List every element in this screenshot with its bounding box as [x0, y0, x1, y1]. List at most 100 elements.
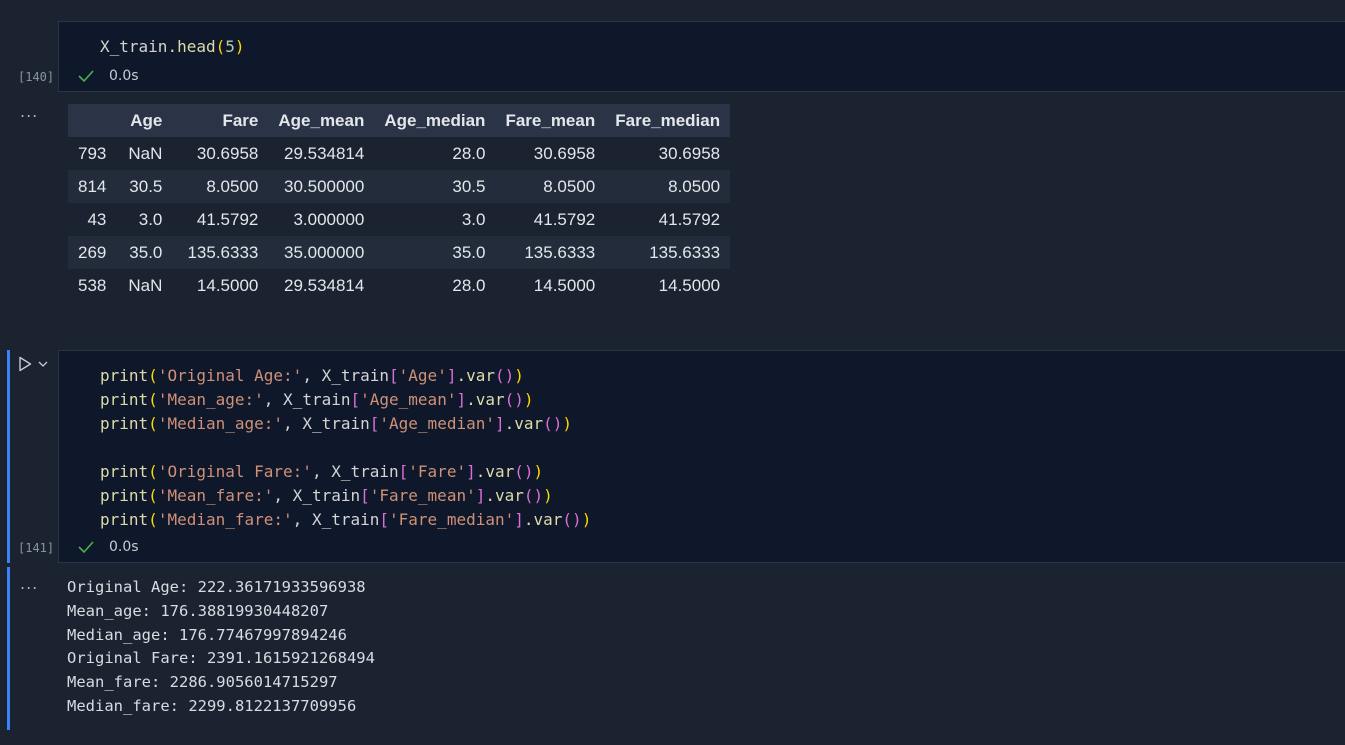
- table-cell: 28.0: [452, 143, 486, 163]
- code-token: ,: [302, 366, 322, 385]
- code-token: 'Age': [398, 366, 447, 385]
- code-token: (): [523, 486, 544, 505]
- table-cell: 43: [87, 209, 107, 229]
- table-cell: 30.5: [116, 170, 173, 203]
- code-token: X_train: [311, 510, 380, 529]
- cell-141-code[interactable]: print('Original Age:', X_train['Age'].va…: [100, 364, 591, 532]
- code-token: print: [100, 390, 149, 409]
- table-cell: 41.5792: [658, 209, 721, 229]
- code-token: ): [562, 414, 573, 433]
- code-line[interactable]: print('Original Fare:', X_train['Fare'].…: [100, 460, 591, 484]
- output-line: Median_fare: 2299.8122137709956: [67, 696, 357, 715]
- table-cell: 35.0: [116, 236, 173, 269]
- code-token: (: [148, 414, 158, 433]
- table-row: 793 NaN 30.6958 29.534814 28.0 30.6958 3…: [68, 137, 730, 170]
- execution-time: 0.0s: [109, 539, 139, 555]
- table-cell: 3.0: [461, 209, 486, 229]
- table-cell: 30.500000: [268, 170, 375, 203]
- code-token: ]: [514, 510, 524, 529]
- table-cell: 35.000000: [268, 236, 375, 269]
- code-token: 'Fare_median': [389, 510, 515, 529]
- table-row: 43 3.0 41.5792 3.000000 3.0 41.5792 41.5…: [68, 203, 730, 236]
- code-token: 'Fare': [408, 462, 467, 481]
- dataframe-table: Age Fare Age_mean Age_median Fare_mean F…: [68, 104, 731, 302]
- table-cell: 538: [78, 275, 107, 295]
- table-cell: 793: [78, 143, 107, 163]
- code-token: [: [389, 366, 399, 385]
- table-row: 814 30.5 8.0500 30.500000 30.5 8.0500 8.…: [68, 170, 731, 203]
- code-token: [: [360, 486, 370, 505]
- code-token: (): [514, 462, 534, 481]
- code-token: .var: [456, 366, 495, 385]
- code-token: ): [581, 510, 592, 529]
- execution-time: 0.0s: [109, 68, 139, 84]
- code-token: (: [148, 366, 158, 385]
- code-token: ): [543, 486, 553, 505]
- code-token: ]: [456, 390, 467, 409]
- code-token: ]: [494, 414, 505, 433]
- output-menu-icon[interactable]: ...: [20, 102, 38, 121]
- code-token: print: [100, 462, 149, 481]
- output-line: Original Age: 222.36171933596938: [67, 578, 366, 596]
- table-cell: 135.6333: [172, 236, 269, 269]
- code-line[interactable]: print('Mean_fare:', X_train['Fare_mean']…: [100, 484, 591, 508]
- run-cell-button[interactable]: [18, 355, 58, 373]
- code-token: .var: [475, 462, 515, 481]
- table-cell: 14.5000: [658, 275, 721, 295]
- code-token: [: [379, 510, 390, 529]
- code-line-blank[interactable]: [100, 436, 591, 460]
- code-line[interactable]: print('Mean_age:', X_train['Age_mean'].v…: [100, 388, 591, 412]
- code-token: 5: [225, 37, 235, 56]
- code-token: (: [148, 510, 158, 529]
- output-menu-icon[interactable]: ...: [20, 574, 38, 593]
- code-token: 'Median_fare:': [157, 510, 293, 529]
- code-token: 'Fare_mean': [369, 486, 476, 505]
- code-token: X_train: [283, 390, 351, 409]
- cell-140-status: 0.0s: [78, 68, 139, 84]
- code-token: [: [398, 462, 409, 481]
- cell-141-editor[interactable]: print('Original Age:', X_train['Age'].va…: [58, 350, 1345, 563]
- cell-140-code[interactable]: X_train.head(5): [100, 35, 245, 59]
- code-token: print: [100, 414, 149, 433]
- table-cell: 30.5: [374, 170, 496, 203]
- code-token: .head: [167, 37, 216, 56]
- code-line[interactable]: print('Median_fare:', X_train['Fare_medi…: [100, 508, 591, 532]
- code-token: ): [523, 390, 534, 409]
- code-token: 'Median_age:': [157, 414, 284, 433]
- code-line[interactable]: print('Original Age:', X_train['Age'].va…: [100, 364, 591, 388]
- code-token: print: [100, 366, 149, 385]
- code-line[interactable]: print('Median_age:', X_train['Age_median…: [100, 412, 591, 436]
- column-header: Fare_mean: [495, 104, 606, 137]
- chevron-down-icon[interactable]: [38, 360, 48, 368]
- play-icon[interactable]: [18, 356, 32, 372]
- output-line: Mean_fare: 2286.9056014715297: [67, 673, 338, 692]
- code-token: 'Original Fare:': [157, 462, 312, 481]
- code-token: ,: [263, 390, 284, 409]
- code-token: .var: [504, 414, 544, 433]
- table-cell: 135.6333: [495, 236, 606, 269]
- table-cell: 29.534814: [283, 275, 365, 295]
- code-token: X_train: [302, 414, 370, 433]
- code-token: print: [100, 486, 149, 505]
- code-token: .var: [485, 486, 524, 505]
- code-token: 'Mean_fare:': [157, 486, 274, 505]
- code-token: 'Mean_age:': [157, 390, 264, 409]
- code-token: [: [369, 414, 380, 433]
- column-header: Age_mean: [268, 104, 375, 137]
- table-cell: NaN: [128, 143, 163, 163]
- table-cell: 3.000000: [293, 209, 365, 229]
- code-token: ]: [466, 462, 476, 481]
- table-cell: 14.5000: [533, 275, 596, 295]
- code-token: ): [533, 462, 544, 481]
- code-token: (: [148, 390, 158, 409]
- cell-140-editor[interactable]: X_train.head(5): [58, 21, 1345, 92]
- column-header: Age_median: [374, 104, 496, 137]
- code-token: (: [215, 37, 226, 56]
- table-cell: 8.0500: [495, 170, 606, 203]
- code-token: ,: [283, 414, 303, 433]
- table-cell: 269: [68, 236, 117, 269]
- code-token: X_train: [292, 486, 361, 505]
- code-token: 'Original Age:': [157, 366, 303, 385]
- execution-count: [141]: [18, 541, 55, 555]
- table-cell: NaN: [128, 275, 163, 295]
